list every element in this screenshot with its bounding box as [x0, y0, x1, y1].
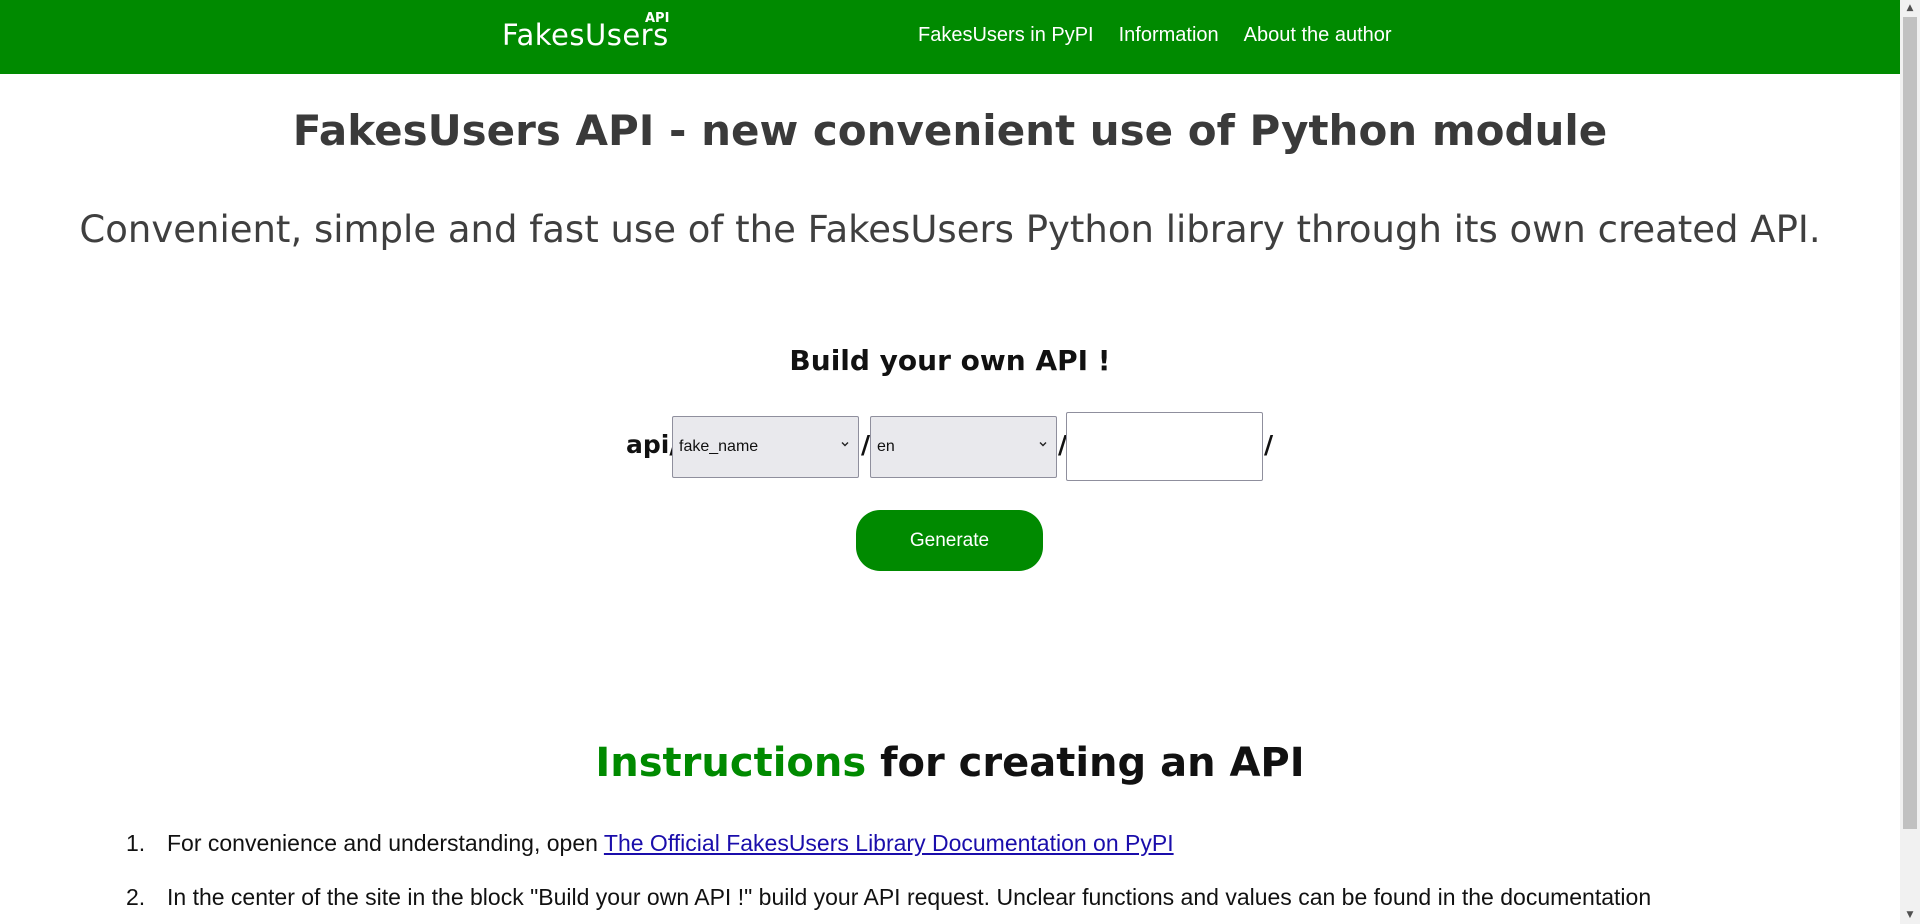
path-separator: /	[861, 430, 871, 459]
pypi-docs-link[interactable]: The Official FakesUsers Library Document…	[604, 830, 1174, 856]
nav-link-pypi[interactable]: FakesUsers in PyPI	[918, 24, 1094, 47]
instructions-title: Instructions for creating an API	[0, 740, 1900, 786]
instructions-title-rest: for creating an API	[866, 740, 1305, 786]
list-item-body: In the center of the site in the block "…	[167, 884, 1652, 910]
list-item-number: 1.	[126, 830, 146, 856]
builder-title: Build your own API !	[789, 344, 1111, 377]
api-prefix-label: api/	[626, 430, 679, 459]
site-logo[interactable]: FakesUsers	[502, 18, 669, 52]
instructions-title-accent: Instructions	[595, 740, 867, 786]
nav-link-about-author[interactable]: About the author	[1244, 24, 1392, 47]
language-select-value: en	[877, 438, 895, 455]
api-builder-row: api/ fake_name / en / /	[0, 412, 1900, 482]
logo-api-badge: API	[645, 11, 670, 26]
page: FakesUsers API FakesUsers in PyPI Inform…	[0, 0, 1900, 924]
chevron-down-icon	[841, 442, 849, 447]
main-nav: FakesUsers in PyPI Information About the…	[918, 24, 1392, 47]
list-item-body: For convenience and understanding, open	[167, 830, 604, 856]
generate-button[interactable]: Generate	[856, 510, 1043, 571]
language-select[interactable]: en	[870, 416, 1057, 478]
page-title: FakesUsers API - new convenient use of P…	[292, 106, 1608, 155]
page-subtitle: Convenient, simple and fast use of the F…	[79, 208, 1821, 251]
list-item-text: For convenience and understanding, open …	[167, 830, 1174, 857]
path-separator: /	[1264, 430, 1274, 459]
chevron-down-icon	[1039, 442, 1047, 447]
function-select[interactable]: fake_name	[672, 416, 859, 478]
scroll-down-arrow-icon[interactable]: ▼	[1900, 907, 1920, 924]
nav-link-information[interactable]: Information	[1119, 24, 1219, 47]
function-select-value: fake_name	[679, 438, 759, 455]
count-input[interactable]	[1066, 412, 1263, 481]
list-item-number: 2.	[126, 884, 146, 910]
scroll-up-arrow-icon[interactable]: ▲	[1900, 0, 1920, 17]
top-navbar: FakesUsers API FakesUsers in PyPI Inform…	[0, 0, 1900, 74]
vertical-scrollbar[interactable]: ▲ ▼	[1900, 0, 1920, 924]
scrollbar-thumb[interactable]	[1903, 17, 1917, 829]
